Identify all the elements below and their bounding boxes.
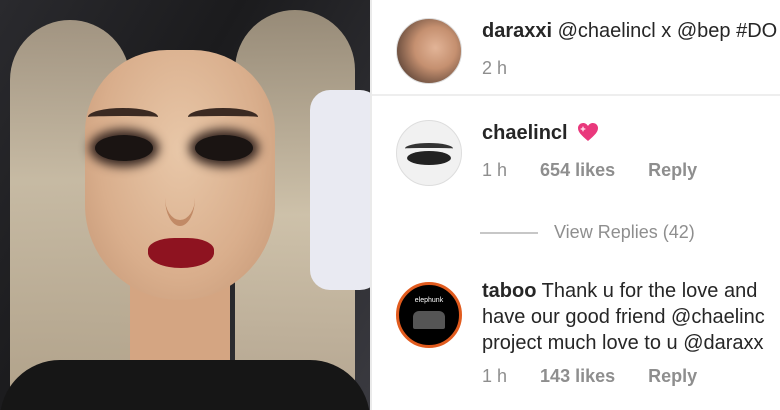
reply-button[interactable]: Reply — [648, 160, 697, 180]
selfie-photo — [0, 0, 370, 410]
likes-count[interactable]: 143 likes — [540, 366, 615, 386]
shoulders — [0, 360, 370, 410]
comment-line: taboo Thank u for the love and — [482, 280, 757, 303]
reply-button[interactable]: Reply — [648, 366, 697, 386]
username[interactable]: chaelincl — [482, 122, 568, 144]
comment-line: daraxxi @chaelincl x @bep #DO — [482, 20, 777, 43]
comment-text: @chaelincl x @bep #DO — [557, 20, 778, 42]
comment-meta: 1 h 143 likes Reply — [482, 366, 725, 387]
timestamp: 1 h — [482, 160, 508, 180]
separator — [372, 94, 780, 96]
comment-text: Thank u for the love and — [541, 280, 758, 302]
comment-meta: 2 h — [482, 58, 535, 79]
comment-line: project much love to u @daraxx — [482, 332, 764, 355]
background-sheet — [310, 90, 370, 290]
avatar[interactable] — [396, 120, 462, 186]
avatar-eye — [407, 151, 451, 165]
timestamp: 2 h — [482, 58, 508, 78]
replies-dash — [480, 232, 538, 235]
comment-line: have our good friend @chaelinc — [482, 306, 765, 329]
avatar-faces — [413, 311, 445, 329]
timestamp: 1 h — [482, 366, 508, 386]
username[interactable]: taboo — [482, 280, 536, 302]
nose — [165, 170, 195, 226]
left-eye — [95, 135, 153, 161]
sparkling-heart-icon — [577, 122, 599, 148]
comments-panel: daraxxi @chaelincl x @bep #DO 2 h chaeli… — [372, 0, 780, 410]
view-replies-label: View Replies (42) — [554, 222, 695, 242]
comment-text: have our good friend @chaelinc — [482, 306, 765, 328]
right-eye — [195, 135, 253, 161]
avatar-album-title: elephunk — [414, 297, 444, 304]
avatar[interactable] — [396, 18, 462, 84]
comment-meta: 1 h 654 likes Reply — [482, 160, 725, 181]
comment-line: chaelincl — [482, 122, 599, 148]
likes-count[interactable]: 654 likes — [540, 160, 615, 180]
lips — [148, 238, 214, 268]
left-eyebrow — [88, 108, 158, 126]
username[interactable]: daraxxi — [482, 20, 552, 42]
view-replies-link[interactable]: View Replies (42) — [480, 222, 695, 243]
avatar[interactable]: elephunk — [396, 282, 462, 348]
right-eyebrow — [188, 108, 258, 126]
comment-text: project much love to u @daraxx — [482, 332, 764, 354]
